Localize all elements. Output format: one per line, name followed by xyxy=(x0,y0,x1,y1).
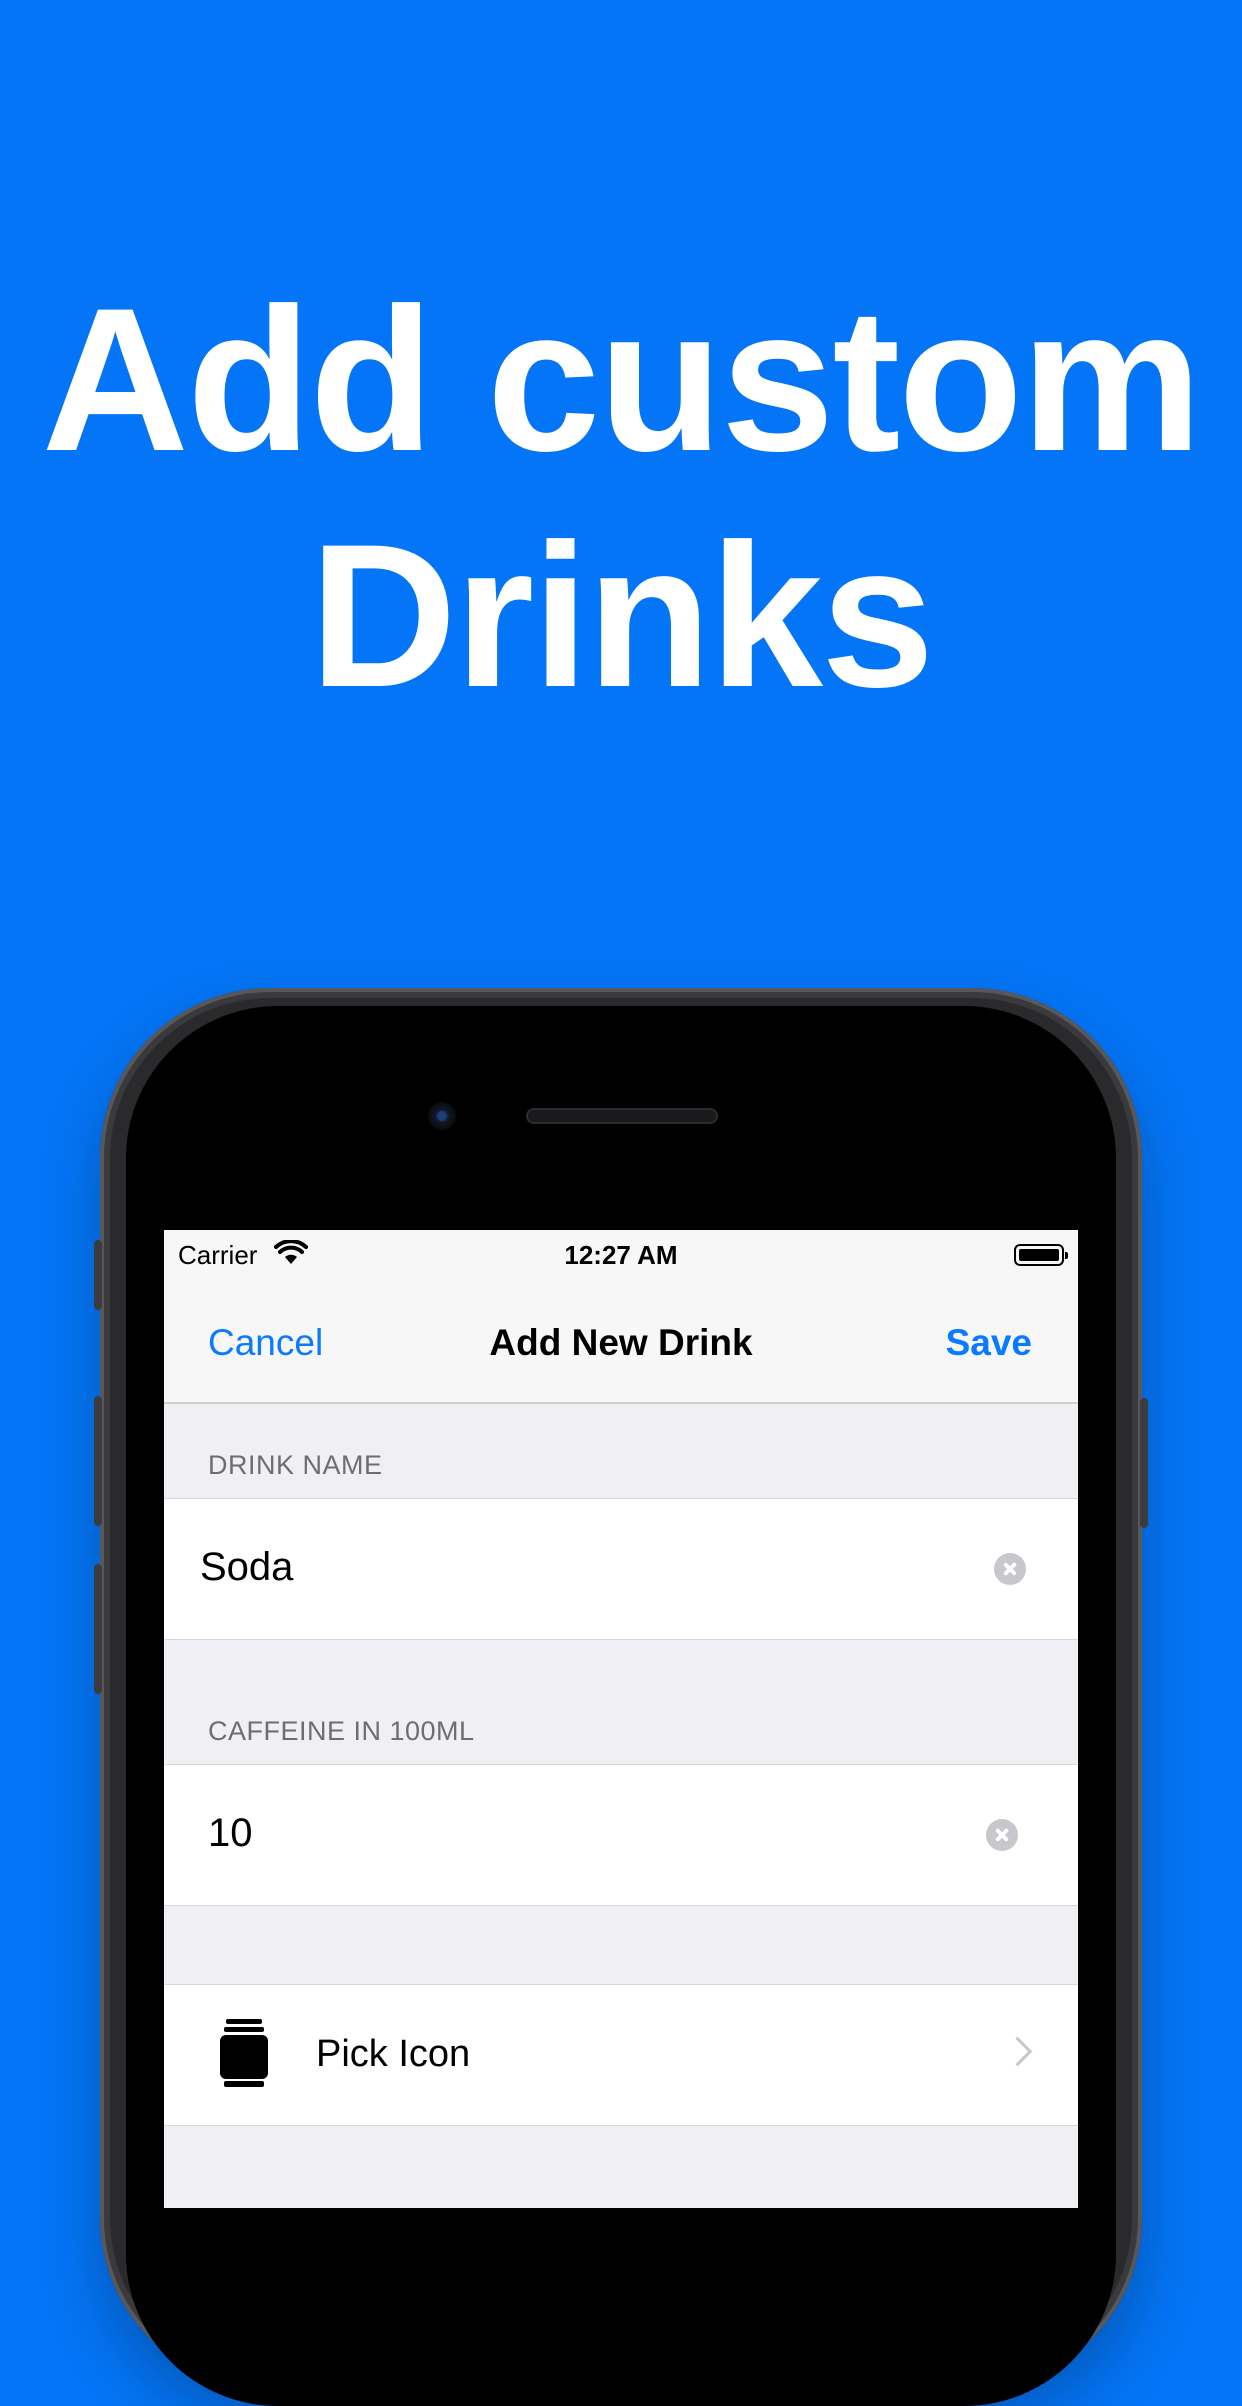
headline: Add custom Drinks xyxy=(0,262,1242,734)
volume-down-button xyxy=(94,1564,102,1694)
cancel-button[interactable]: Cancel xyxy=(208,1322,323,1364)
drink-name-header: DRINK NAME xyxy=(208,1450,383,1480)
volume-up-button xyxy=(94,1396,102,1526)
navigation-bar: Add New Drink Cancel Save xyxy=(164,1280,1078,1404)
clear-caffeine-icon[interactable] xyxy=(986,1819,1018,1851)
caffeine-field[interactable]: 10 xyxy=(208,1811,253,1856)
headline-line-2: Drinks xyxy=(309,502,935,730)
caffeine-header: CAFFEINE IN 100ML xyxy=(208,1716,475,1746)
save-button[interactable]: Save xyxy=(946,1322,1032,1364)
drink-name-field[interactable]: Soda xyxy=(200,1545,293,1590)
power-button xyxy=(1140,1398,1148,1528)
front-camera xyxy=(428,1102,456,1130)
headline-line-1: Add custom xyxy=(41,266,1203,494)
drink-name-cell[interactable]: Soda xyxy=(164,1498,1078,1640)
status-bar: Carrier 12:27 AM xyxy=(164,1230,1078,1280)
clear-drink-name-icon[interactable] xyxy=(994,1553,1026,1585)
status-time: 12:27 AM xyxy=(564,1240,678,1270)
caffeine-cell[interactable]: 10 xyxy=(164,1764,1078,1906)
mute-switch xyxy=(94,1240,102,1310)
earpiece-speaker xyxy=(526,1108,718,1124)
chevron-right-icon xyxy=(1002,2036,1033,2067)
pick-icon-cell[interactable]: Pick Icon xyxy=(164,1984,1078,2126)
phone-screen: Carrier 12:27 AM Add New Drink Cancel Sa… xyxy=(164,1230,1078,2208)
can-icon xyxy=(220,2019,268,2087)
pick-icon-label: Pick Icon xyxy=(316,2033,471,2075)
battery-icon xyxy=(1014,1244,1068,1266)
